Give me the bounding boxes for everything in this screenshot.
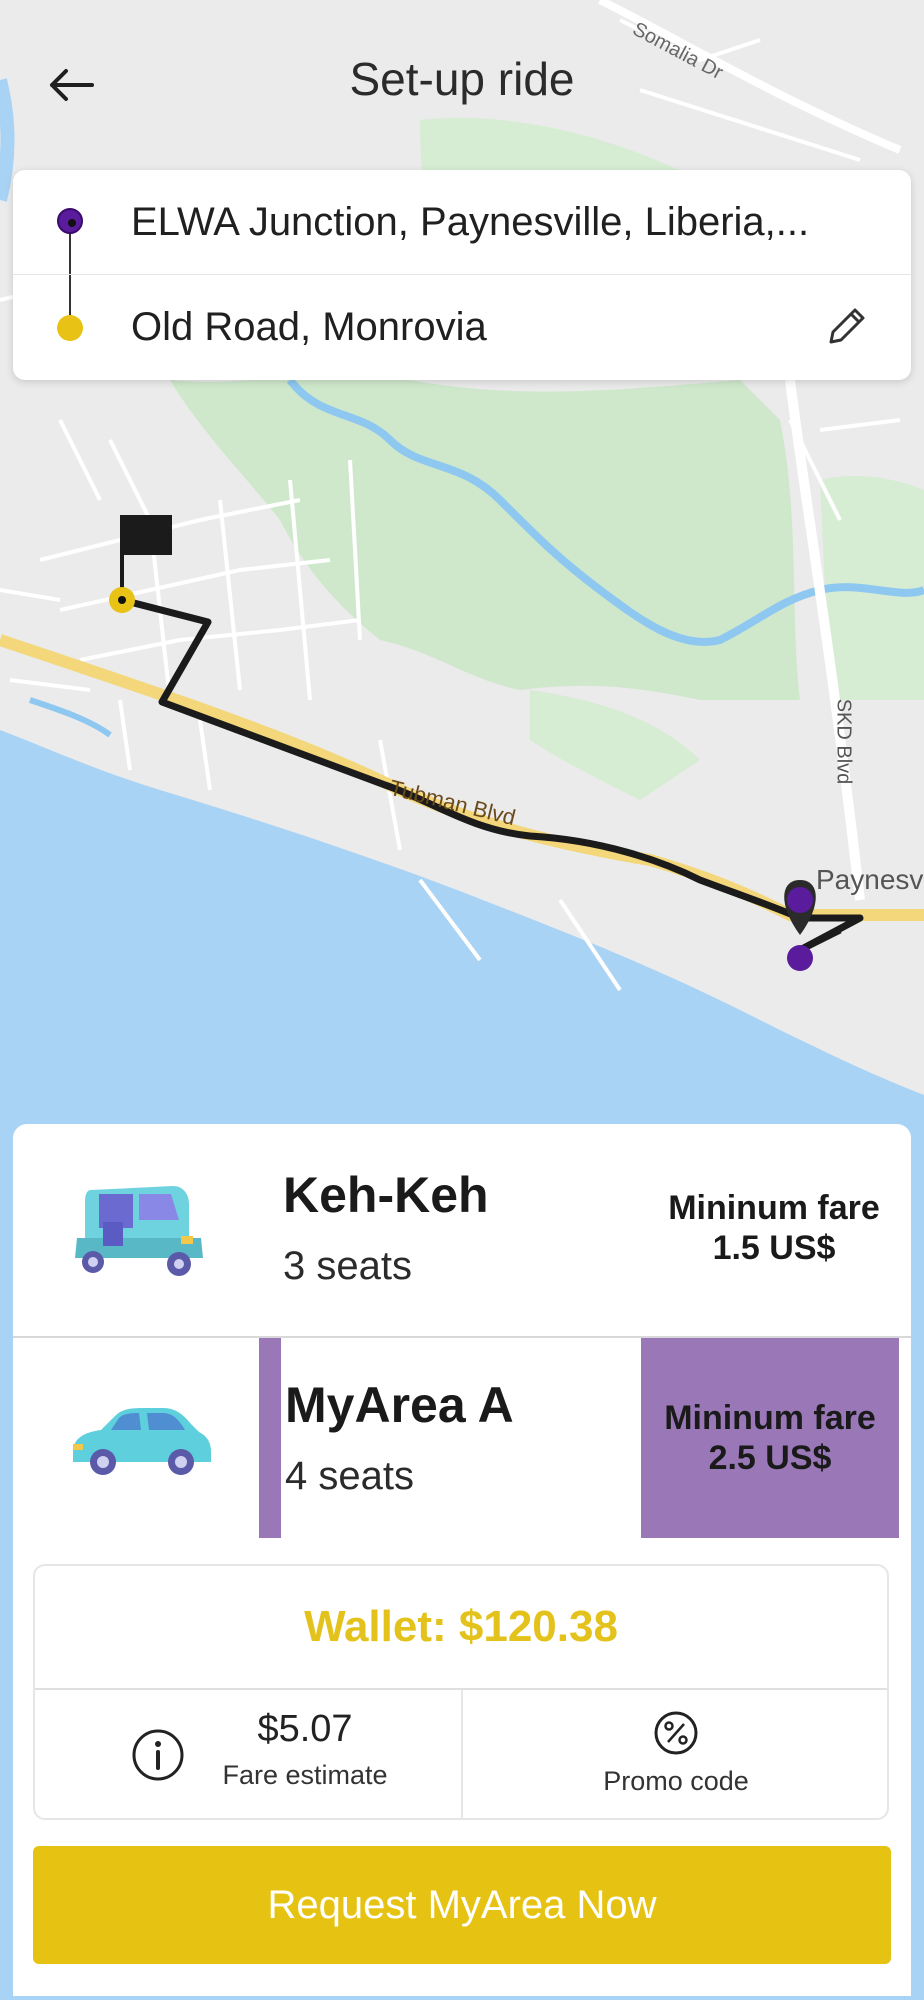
ride-min-fare-label: Mininum fare [664, 1399, 876, 1437]
selected-indicator [259, 1338, 281, 1538]
car-icon [73, 1408, 211, 1475]
edit-route-button[interactable] [821, 302, 871, 352]
percent-icon [654, 1711, 698, 1755]
pickup-location-row[interactable]: ELWA Junction, Paynesville, Liberia,... [13, 170, 911, 275]
payment-summary: Wallet: $120.38 $5.07 Fare estimate Prom… [33, 1564, 889, 1820]
page-title: Set-up ride [349, 53, 575, 105]
ride-min-fare: Mininum fare 2.5 US$ [641, 1338, 899, 1538]
fare-estimate[interactable]: $5.07 Fare estimate [35, 1690, 463, 1818]
pencil-icon [829, 308, 865, 344]
ride-seats: 3 seats [283, 1244, 412, 1288]
dropoff-location: Old Road, Monrovia [131, 304, 487, 349]
ride-name: MyArea A [285, 1377, 514, 1433]
ride-min-fare: Mininum fare 1.5 US$ [649, 1188, 899, 1268]
route-card: ELWA Junction, Paynesville, Liberia,... … [13, 170, 911, 380]
ride-option-myarea-a[interactable]: MyArea A 4 seats Mininum fare 2.5 US$ [13, 1338, 911, 1538]
map-label-paynesville: Paynesv [816, 864, 924, 895]
ride-min-fare-label: Mininum fare [668, 1189, 880, 1227]
request-ride-button[interactable]: Request MyArea Now [33, 1846, 891, 1964]
ride-min-fare-value: 2.5 US$ [708, 1439, 832, 1477]
header: Set-up ride [0, 0, 924, 165]
ride-seats: 4 seats [285, 1454, 414, 1498]
ride-min-fare-value: 1.5 US$ [712, 1229, 836, 1267]
promo-code-button[interactable]: Promo code [465, 1690, 887, 1818]
map-label-skd-blvd: SKD Blvd [832, 698, 855, 785]
dropoff-location-row[interactable]: Old Road, Monrovia [13, 275, 911, 379]
fare-estimate-value: $5.07 [257, 1708, 353, 1750]
tuk-tuk-icon [75, 1186, 203, 1276]
fare-estimate-label: Fare estimate [222, 1760, 388, 1790]
wallet-balance[interactable]: Wallet: $120.38 [35, 1566, 887, 1690]
promo-code-label: Promo code [603, 1766, 749, 1796]
pickup-location: ELWA Junction, Paynesville, Liberia,... [131, 199, 810, 244]
ride-name: Keh-Keh [283, 1167, 489, 1223]
ride-option-keh-keh[interactable]: Keh-Keh 3 seats Mininum fare 1.5 US$ [13, 1124, 911, 1338]
ride-selection-panel: Keh-Keh 3 seats Mininum fare 1.5 US$ MyA… [13, 1124, 911, 1996]
